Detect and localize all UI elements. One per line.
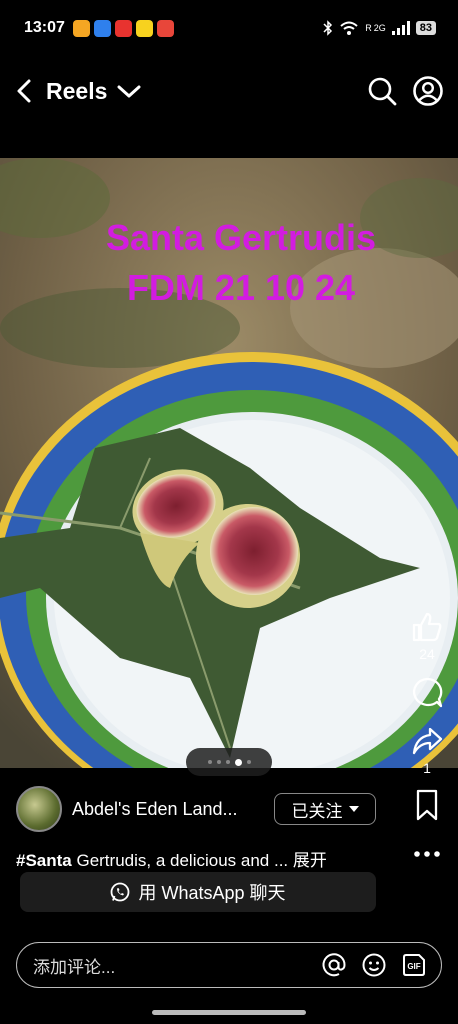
app-notification-icon <box>72 19 90 37</box>
caption-expand[interactable]: 展开 <box>293 851 327 870</box>
back-icon[interactable] <box>14 78 36 104</box>
author-row: Abdel's Eden Land... 已关注 <box>16 786 376 832</box>
network-type: 2G <box>373 23 386 33</box>
caption-text: Gertrudis, a delicious and ... <box>71 851 293 870</box>
wifi-icon <box>340 21 358 35</box>
pager-dot <box>246 760 251 764</box>
chevron-down-icon[interactable] <box>115 81 143 101</box>
page-title[interactable]: Reels <box>46 78 107 105</box>
profile-icon[interactable] <box>412 75 444 107</box>
bluetooth-icon <box>323 20 333 36</box>
status-time: 13:07 <box>24 19 65 36</box>
carousel-pager <box>186 748 272 776</box>
top-bar: Reels <box>0 64 458 118</box>
signal-icon <box>391 21 410 35</box>
overlay-title-line2: FDM 21 10 24 <box>126 267 356 308</box>
following-button[interactable]: 已关注 <box>274 793 376 825</box>
following-label: 已关注 <box>291 801 343 821</box>
author-name[interactable]: Abdel's Eden Land... <box>72 799 262 820</box>
notification-icons <box>72 19 174 37</box>
like-count: 24 <box>419 646 435 662</box>
mention-icon[interactable] <box>321 952 347 978</box>
reel-media[interactable]: Santa Gertrudis FDM 21 10 24 <box>0 158 458 768</box>
whatsapp-chat-button[interactable]: 用 WhatsApp 聊天 <box>20 872 376 912</box>
status-right: R 2G 83 <box>323 20 436 36</box>
pager-dot <box>216 760 221 764</box>
pager-dot <box>207 760 212 764</box>
home-indicator <box>152 1010 306 1015</box>
app-notification-icon <box>114 19 132 37</box>
share-icon[interactable] <box>410 724 444 758</box>
bookmark-icon[interactable] <box>410 788 444 822</box>
emoji-icon[interactable] <box>361 952 387 978</box>
whatsapp-icon <box>111 882 130 902</box>
comment-icon[interactable] <box>410 676 444 710</box>
caret-down-icon <box>348 806 359 812</box>
action-column: 24 1 <box>404 610 450 864</box>
pager-dot-active <box>234 758 242 766</box>
comment-input[interactable]: 添加评论... GIF <box>16 942 442 988</box>
avatar[interactable] <box>16 786 62 832</box>
app-notification-icon <box>135 19 153 37</box>
gif-icon[interactable]: GIF <box>401 952 427 978</box>
roaming-indicator: R <box>365 23 372 33</box>
messenger-notification-icon <box>93 19 111 37</box>
status-bar: 13:07 R 2G 83 <box>0 0 458 56</box>
battery-icon: 83 <box>415 21 436 35</box>
more-icon[interactable] <box>410 844 444 864</box>
svg-text:GIF: GIF <box>407 962 420 971</box>
comment-placeholder: 添加评论... <box>33 957 116 977</box>
caption-hashtag[interactable]: #Santa <box>16 851 72 870</box>
pager-dot <box>225 760 230 764</box>
app-notification-icon <box>156 19 174 37</box>
caption[interactable]: #Santa Gertrudis, a delicious and ... 展开 <box>16 846 376 871</box>
search-icon[interactable] <box>366 75 398 107</box>
like-icon[interactable] <box>410 610 444 644</box>
share-count: 1 <box>423 760 431 776</box>
whatsapp-chat-label: 用 WhatsApp 聊天 <box>138 883 286 903</box>
overlay-title-line1: Santa Gertrudis <box>105 217 377 258</box>
